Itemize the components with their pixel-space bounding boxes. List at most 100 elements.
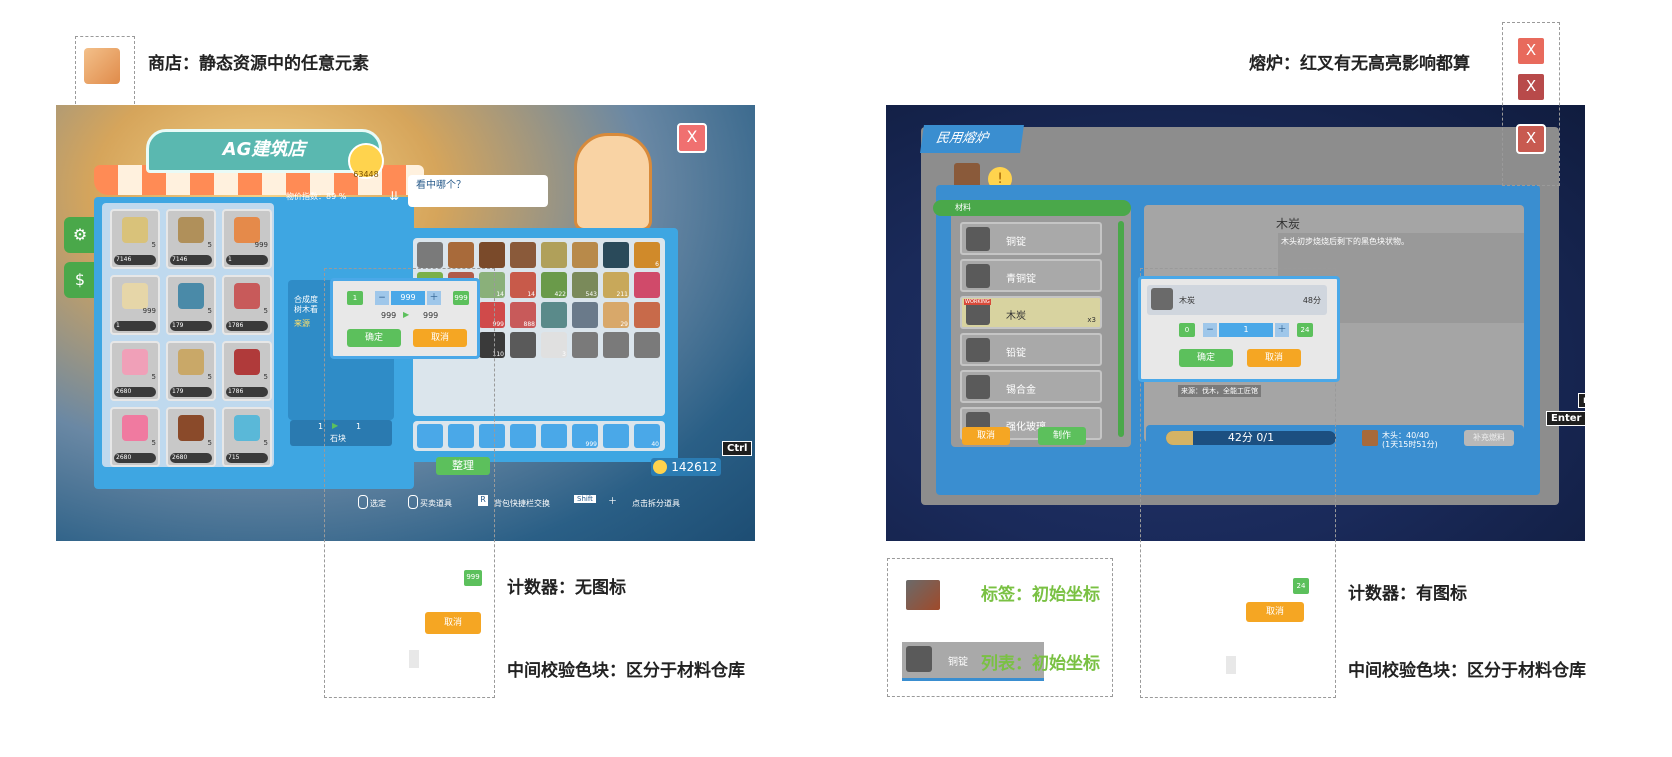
- shop-item[interactable]: 5 1786: [222, 341, 272, 401]
- shop-item[interactable]: 999 1: [222, 209, 272, 269]
- furnace-annotation-title: 熔炉：红叉有无高亮影响都算: [1249, 54, 1470, 74]
- shop-counter-popup: 1 − 999 ＋ 999 999 ▶ 999 确定 取消: [330, 278, 480, 359]
- inventory-slot[interactable]: 29: [603, 302, 629, 328]
- inventory-slot[interactable]: [572, 332, 598, 358]
- inventory-slot[interactable]: [448, 242, 474, 268]
- material-row[interactable]: 铅锭: [960, 333, 1102, 366]
- slot-count: 422: [554, 291, 566, 298]
- counter-value[interactable]: 999: [391, 291, 425, 305]
- ingot-icon: [966, 227, 990, 251]
- popup-item-name: 木炭: [1179, 296, 1195, 305]
- plus-icon: ＋: [608, 497, 618, 507]
- cancel-button[interactable]: 取消: [962, 427, 1010, 445]
- inventory-slot[interactable]: 211: [603, 272, 629, 298]
- inventory-slot[interactable]: [603, 242, 629, 268]
- tile-icon: [234, 349, 260, 375]
- inventory-slot[interactable]: 888: [510, 302, 536, 328]
- check-color-block: [409, 650, 419, 668]
- brush-icon: [234, 217, 260, 243]
- confirm-button[interactable]: 确定: [347, 329, 401, 347]
- shop-item[interactable]: 5 7146: [166, 209, 216, 269]
- hint-hotbar-swap: 背包快捷栏交换: [494, 499, 550, 508]
- close-button-dim[interactable]: X: [1516, 72, 1546, 102]
- shop-item[interactable]: 5 2680: [110, 407, 160, 467]
- counter-value[interactable]: 1: [1219, 323, 1273, 337]
- cancel-button[interactable]: 取消: [413, 329, 467, 347]
- hotbar-slot[interactable]: [510, 424, 536, 448]
- close-button-normal[interactable]: X: [1516, 36, 1546, 66]
- material-row-selected[interactable]: 木炭 WORKING x3: [960, 296, 1102, 329]
- shift-key-tag: Shift: [574, 495, 596, 503]
- r-key-tag: r: [1578, 393, 1585, 408]
- inventory-slot[interactable]: [541, 242, 567, 268]
- alloy-icon: [966, 375, 990, 399]
- inventory-slot[interactable]: 6: [634, 242, 660, 268]
- table-icon: [234, 415, 260, 441]
- counter-min-button[interactable]: 1: [347, 291, 363, 305]
- chevron-down-icon[interactable]: ⇊: [389, 189, 399, 203]
- hotbar-slot[interactable]: 40: [634, 424, 660, 448]
- price-index: 物价指数：89 %: [286, 192, 347, 201]
- close-button-ingame[interactable]: X: [1516, 124, 1546, 154]
- side-tab-sell[interactable]: $: [64, 262, 96, 298]
- check-block-annotation-right: 中间校验色块：区分于材料仓库: [1348, 661, 1586, 681]
- rug-icon: [122, 349, 148, 375]
- shop-item[interactable]: 5 179: [166, 341, 216, 401]
- inventory-slot[interactable]: 422: [541, 272, 567, 298]
- material-row[interactable]: 青铜锭: [960, 259, 1102, 292]
- counter-minus-button[interactable]: −: [375, 291, 389, 305]
- tag-annotation: 标签：初始坐标: [981, 585, 1100, 605]
- ingot-icon: [966, 338, 990, 362]
- detail-name: 木炭: [1276, 217, 1301, 231]
- shop-item[interactable]: 5 7146: [110, 209, 160, 269]
- list-sample-label: 铜锭: [948, 657, 968, 668]
- inventory-slot[interactable]: [541, 302, 567, 328]
- material-row[interactable]: 锡合金: [960, 370, 1102, 403]
- inventory-slot[interactable]: 3: [541, 332, 567, 358]
- inventory-slot[interactable]: [634, 302, 660, 328]
- side-tab-shop[interactable]: ⚙: [64, 217, 96, 253]
- list-scrollbar[interactable]: [1118, 221, 1124, 437]
- inventory-slot[interactable]: [603, 332, 629, 358]
- inventory-slot[interactable]: [572, 302, 598, 328]
- shop-item[interactable]: 5 2680: [166, 407, 216, 467]
- make-button[interactable]: 制作: [1038, 427, 1086, 445]
- shop-item[interactable]: 5 2680: [110, 341, 160, 401]
- add-fuel-button[interactable]: 补充燃料: [1464, 430, 1514, 446]
- counter-plus-button[interactable]: ＋: [1275, 323, 1289, 337]
- inventory-slot[interactable]: [510, 242, 536, 268]
- counter-max-button[interactable]: 24: [1297, 323, 1313, 337]
- inventory-slot[interactable]: [510, 332, 536, 358]
- shop-item[interactable]: 999 1: [110, 275, 160, 335]
- shop-item[interactable]: 5 715: [222, 407, 272, 467]
- inventory-slot[interactable]: [417, 242, 443, 268]
- inventory-slot[interactable]: 14: [510, 272, 536, 298]
- cancel-button[interactable]: 取消: [1247, 349, 1301, 367]
- info-line: 树木看: [294, 305, 318, 314]
- inventory-slot[interactable]: [634, 272, 660, 298]
- close-button[interactable]: X: [677, 123, 707, 153]
- counter-max-button[interactable]: 999: [453, 291, 469, 305]
- board-icon: [178, 217, 204, 243]
- material-row[interactable]: 铜锭: [960, 222, 1102, 255]
- inventory-slot[interactable]: [479, 242, 505, 268]
- coin-badge: 63448: [348, 143, 384, 179]
- counter-minus-button[interactable]: −: [1203, 323, 1217, 337]
- shop-item[interactable]: 5 1786: [222, 275, 272, 335]
- enter-key-tag: Enter: [1546, 411, 1585, 426]
- tag-sample-icon: [906, 580, 940, 610]
- hotbar-slot[interactable]: [541, 424, 567, 448]
- ingot-icon: [966, 264, 990, 288]
- counter-plus-button[interactable]: ＋: [427, 291, 441, 305]
- hotbar-slot[interactable]: [603, 424, 629, 448]
- slot-count: 999: [585, 441, 597, 448]
- inventory-slot[interactable]: [572, 242, 598, 268]
- ctrl-key-tag: Ctrl: [722, 441, 753, 456]
- counter-no-icon-sample: 999: [464, 570, 482, 586]
- confirm-button[interactable]: 确定: [1179, 349, 1233, 367]
- counter-min-button[interactable]: 0: [1179, 323, 1195, 337]
- shop-item[interactable]: 5 179: [166, 275, 216, 335]
- inventory-slot[interactable]: 543: [572, 272, 598, 298]
- inventory-slot[interactable]: [634, 332, 660, 358]
- hotbar-slot[interactable]: 999: [572, 424, 598, 448]
